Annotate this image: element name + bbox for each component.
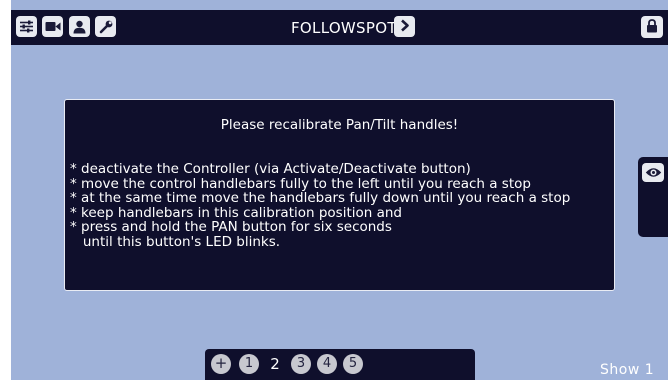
lock-icon [646,18,658,37]
lock-button[interactable] [641,16,663,38]
chevron-right-icon [400,17,410,36]
sliders-icon[interactable] [16,16,37,37]
page-title: FOLLOWSPOT [291,19,397,37]
page-selector: + 1 2 3 4 5 [205,349,475,380]
page-1-button[interactable]: 1 [239,354,259,374]
page-5-button[interactable]: 5 [343,354,363,374]
side-panel-tab[interactable] [638,157,668,237]
show-label: Show 1 [600,362,655,378]
wrench-icon[interactable] [95,16,116,37]
page-3-button[interactable]: 3 [291,354,311,374]
dialog-message: * deactivate the Controller (via Activat… [70,161,571,250]
user-icon[interactable] [69,16,90,37]
next-page-button[interactable] [394,16,415,37]
window-frame-edge [0,0,11,380]
page-4-button[interactable]: 4 [317,354,337,374]
camera-icon[interactable] [42,16,63,37]
page-2-button[interactable]: 2 [265,354,285,374]
eye-icon[interactable] [642,163,664,182]
add-page-button[interactable]: + [211,354,231,374]
recalibration-dialog: Please recalibrate Pan/Tilt handles! * d… [64,99,615,291]
dialog-title: Please recalibrate Pan/Tilt handles! [220,117,459,133]
top-toolbar: FOLLOWSPOT [11,10,668,45]
